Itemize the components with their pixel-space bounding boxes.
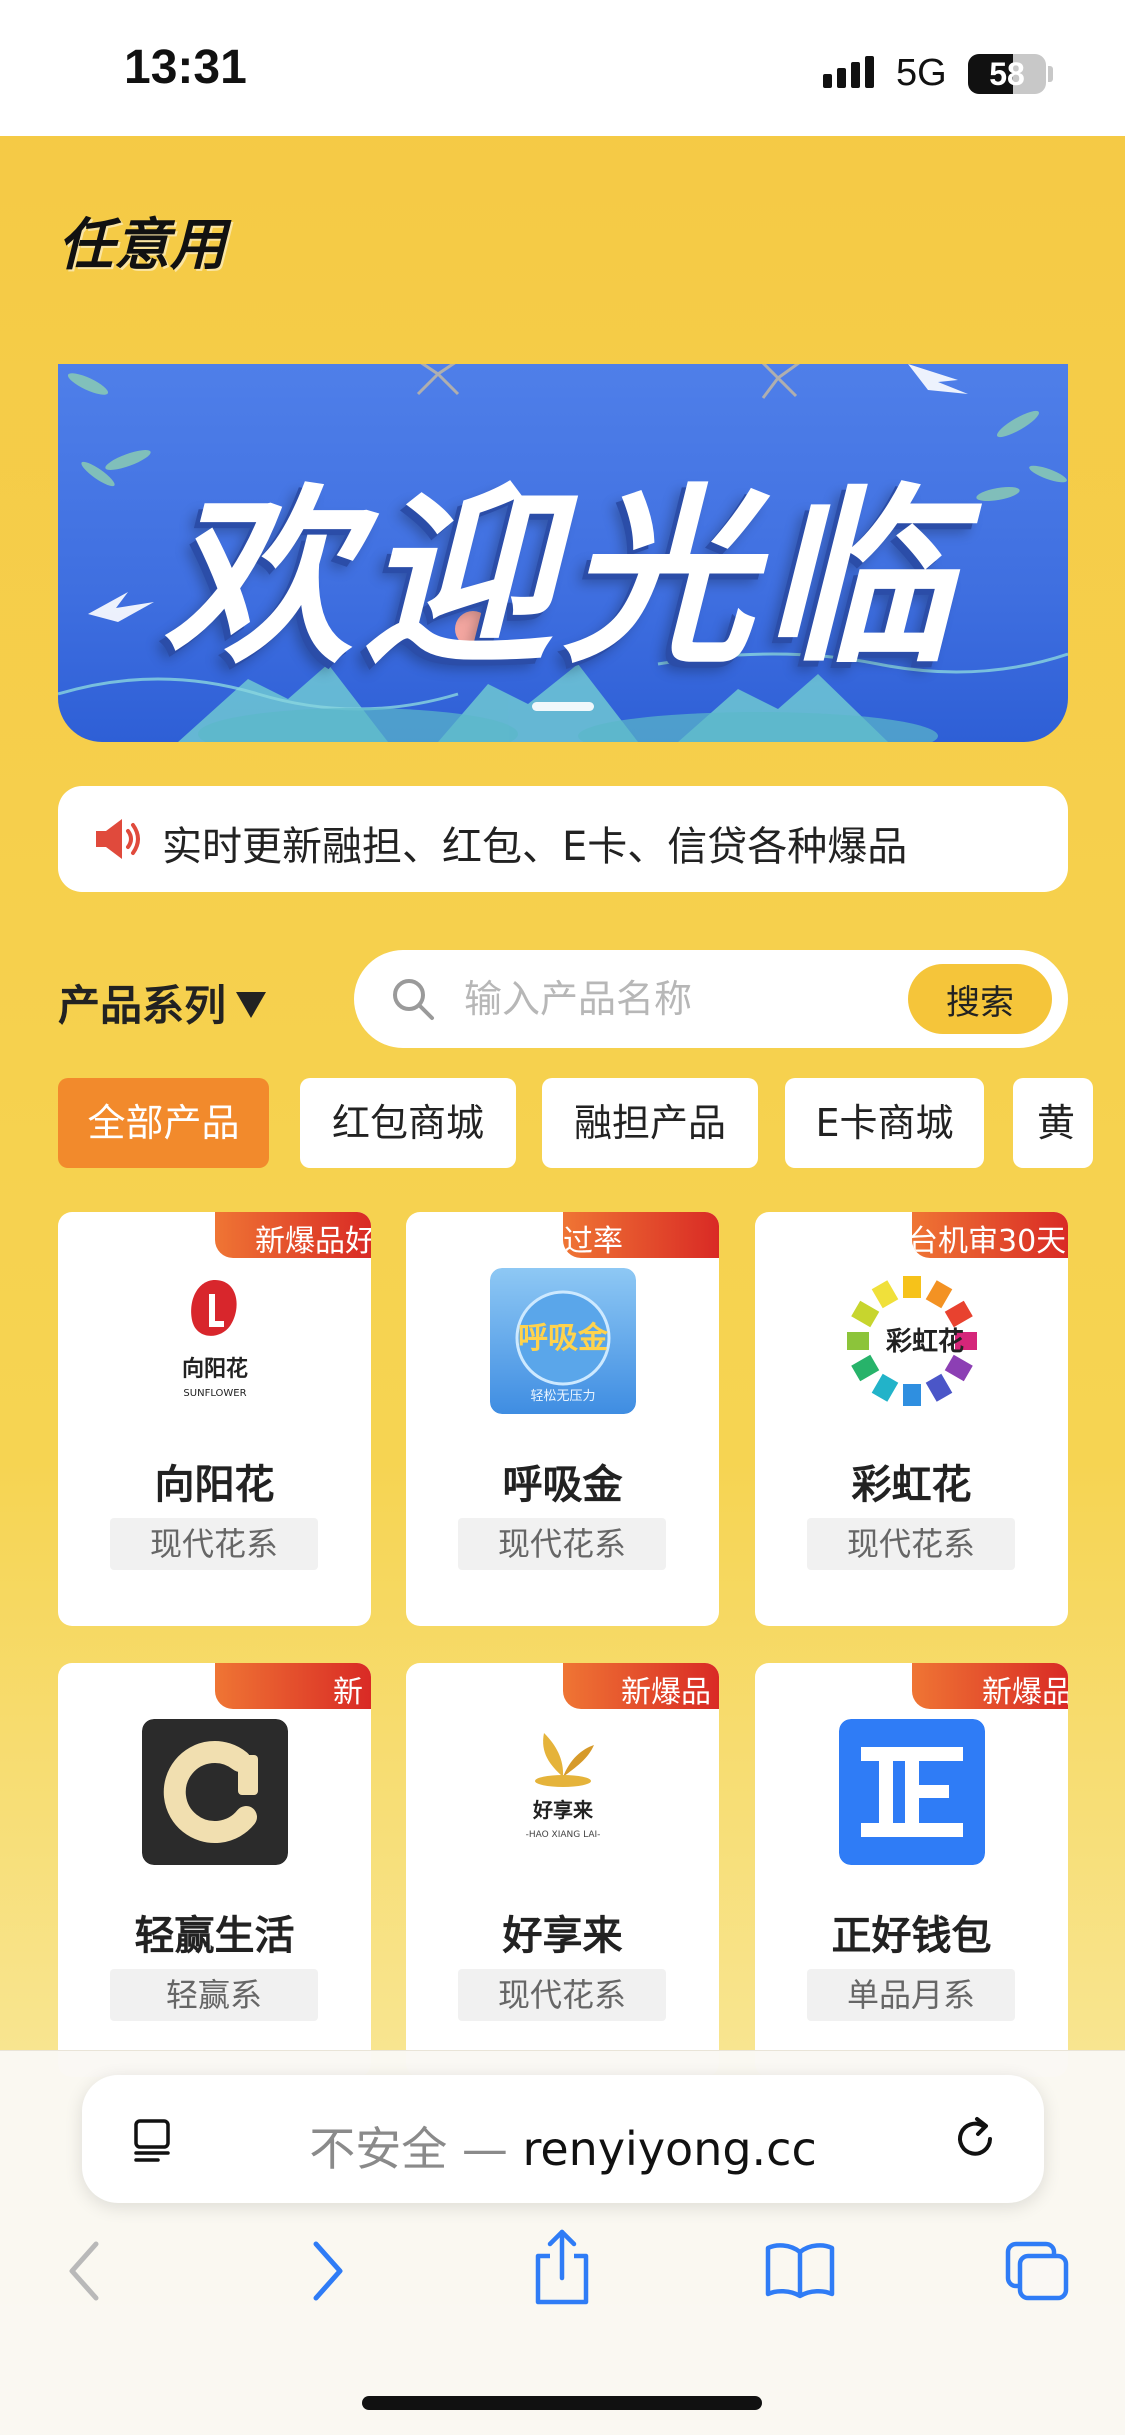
- insecure-label: 不安全 —: [309, 2122, 508, 2176]
- product-series-tag: 现代花系: [110, 1518, 318, 1570]
- status-bar: 13:31 5G 58: [0, 0, 1125, 136]
- product-name: 呼吸金: [502, 1462, 623, 1508]
- site-title: 任意用: [58, 213, 226, 278]
- category-tabs: 全部产品 红包商城 融担产品 E卡商城 黄: [58, 1078, 1125, 1168]
- category-dropdown[interactable]: 产品系列: [58, 972, 267, 1033]
- address-bar[interactable]: 不安全 — renyiyong.cc: [82, 2075, 1044, 2203]
- forward-icon[interactable]: [306, 2238, 350, 2308]
- svg-text:呼吸金: 呼吸金: [518, 1321, 609, 1356]
- product-name: 好享来: [502, 1913, 623, 1959]
- product-badge: 过率: [563, 1212, 719, 1258]
- product-series-tag: 单品月系: [807, 1969, 1015, 2021]
- svg-text:彩虹花: 彩虹花: [885, 1327, 964, 1357]
- product-badge: 台机审30天: [912, 1212, 1068, 1258]
- tabs-icon[interactable]: [1004, 2240, 1072, 2308]
- tab-ecard[interactable]: E卡商城: [785, 1078, 984, 1168]
- product-series-tag: 轻赢系: [110, 1969, 318, 2021]
- zhenghao-logo-icon: [839, 1719, 985, 1865]
- product-card[interactable]: 新爆品 正好钱包 单品月系: [755, 1663, 1068, 2077]
- product-name: 向阳花: [154, 1462, 275, 1508]
- product-name: 正好钱包: [831, 1913, 992, 1959]
- caret-down-icon: [236, 991, 267, 1018]
- product-badge: 新爆品: [912, 1663, 1068, 1709]
- product-card[interactable]: 台机审30天 彩虹花 彩虹花 现代花系: [755, 1212, 1068, 1626]
- tab-all-products[interactable]: 全部产品: [58, 1078, 269, 1168]
- search-icon: [390, 976, 436, 1026]
- bookmarks-icon[interactable]: [764, 2240, 836, 2304]
- product-card[interactable]: 新 轻赢生活 轻赢系: [58, 1663, 371, 2077]
- notice-bar[interactable]: 实时更新融担、红包、E卡、信贷各种爆品: [58, 786, 1068, 892]
- qingying-logo-icon: [142, 1719, 288, 1865]
- product-name: 轻赢生活: [134, 1913, 295, 1959]
- tab-guarantee[interactable]: 融担产品: [542, 1078, 758, 1168]
- product-card[interactable]: 新爆品 好享来 -HAO XIANG LAI- 好享来 现代花系: [406, 1663, 719, 2077]
- tab-more[interactable]: 黄: [1013, 1078, 1093, 1168]
- svg-text:向阳花: 向阳花: [182, 1356, 248, 1382]
- svg-text:SUNFLOWER: SUNFLOWER: [183, 1388, 246, 1399]
- product-card[interactable]: 新爆品好 向阳花 SUNFLOWER 向阳花 现代花系: [58, 1212, 371, 1626]
- category-label: 产品系列: [58, 981, 227, 1030]
- sunflower-logo-icon: 向阳花 SUNFLOWER: [142, 1268, 288, 1414]
- product-series-tag: 现代花系: [458, 1969, 666, 2021]
- domain-label: renyiyong.cc: [522, 2122, 817, 2176]
- product-name: 彩虹花: [851, 1462, 972, 1508]
- product-card[interactable]: 过率 呼吸金 轻松无压力 呼吸金 现代花系: [406, 1212, 719, 1626]
- battery-level: 58: [989, 56, 1025, 92]
- carousel-indicator[interactable]: [532, 702, 594, 711]
- search-button[interactable]: 搜索: [908, 964, 1052, 1034]
- banner-title: 欢迎光临: [162, 466, 963, 689]
- status-time: 13:31: [124, 41, 247, 94]
- speaker-icon: [94, 814, 144, 868]
- product-badge: 新爆品好: [215, 1212, 371, 1258]
- product-series-tag: 现代花系: [458, 1518, 666, 1570]
- back-icon[interactable]: [62, 2238, 106, 2308]
- reload-icon[interactable]: [950, 2113, 1002, 2169]
- signal-icon: [823, 56, 874, 88]
- haoxianglai-logo-icon: 好享来 -HAO XIANG LAI-: [490, 1719, 636, 1865]
- battery-icon: 58: [968, 54, 1046, 94]
- rainbow-logo-icon: 彩虹花: [839, 1268, 985, 1414]
- product-badge: 新: [215, 1663, 371, 1709]
- welcome-banner[interactable]: 欢迎光临: [58, 364, 1068, 742]
- huxijin-logo-icon: 呼吸金 轻松无压力: [490, 1268, 636, 1414]
- product-badge: 新爆品: [563, 1663, 719, 1709]
- battery-tip: [1048, 66, 1053, 82]
- search-input[interactable]: [464, 972, 904, 1026]
- svg-text:好享来: 好享来: [532, 1798, 594, 1822]
- search-box: 搜索: [354, 950, 1068, 1048]
- address-text: 不安全 — renyiyong.cc: [82, 2113, 1044, 2179]
- tab-red-envelope[interactable]: 红包商城: [300, 1078, 516, 1168]
- network-type: 5G: [896, 52, 947, 94]
- product-series-tag: 现代花系: [807, 1518, 1015, 1570]
- svg-text:轻松无压力: 轻松无压力: [530, 1389, 595, 1404]
- home-indicator[interactable]: [362, 2396, 762, 2410]
- share-icon[interactable]: [530, 2226, 594, 2310]
- svg-text:-HAO XIANG LAI-: -HAO XIANG LAI-: [526, 1830, 601, 1840]
- notice-text: 实时更新融担、红包、E卡、信贷各种爆品: [162, 824, 908, 870]
